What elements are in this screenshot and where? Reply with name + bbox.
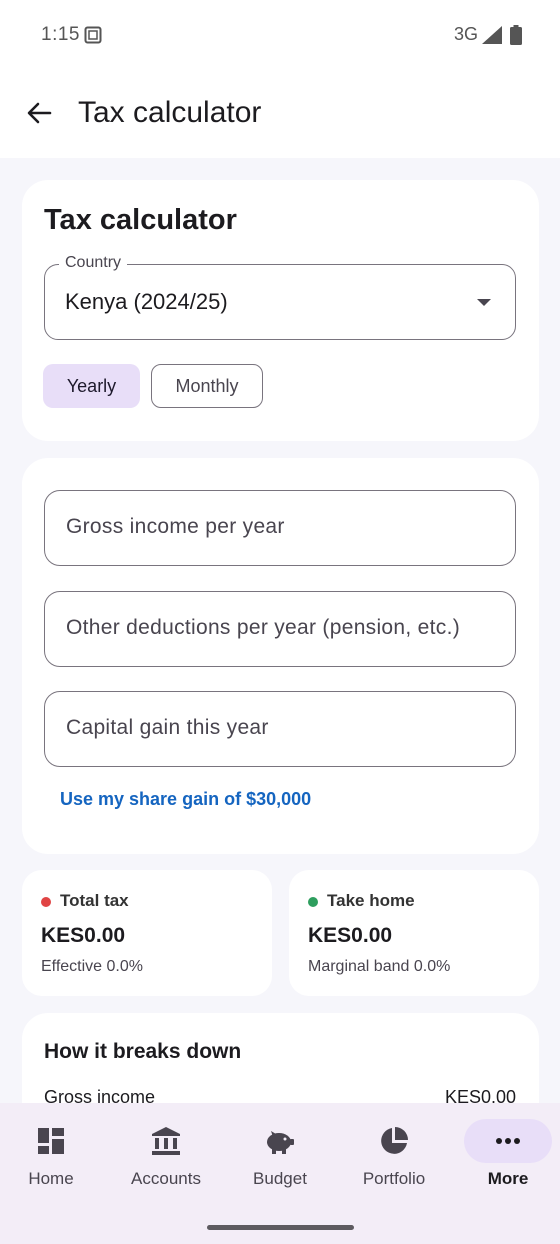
deductions-placeholder: Other deductions per year (pension, etc.… xyxy=(66,616,461,639)
take-home-dot xyxy=(308,897,318,907)
total-tax-value: KES0.00 xyxy=(41,924,126,947)
more-horizontal-icon xyxy=(486,1125,530,1157)
signal-icon xyxy=(482,26,502,44)
gross-income-input[interactable]: Gross income per year xyxy=(44,490,516,566)
app-bar: Tax calculator xyxy=(0,72,560,158)
capital-gain-placeholder: Capital gain this year xyxy=(66,716,269,739)
pie-chart-icon xyxy=(372,1125,416,1157)
calculator-card: Tax calculator Country Kenya (2024/25) Y… xyxy=(22,180,539,441)
nav-item-portfolio[interactable]: Portfolio xyxy=(338,1103,450,1203)
calculator-title: Tax calculator xyxy=(44,204,237,236)
battery-icon xyxy=(510,25,522,45)
breakdown-title: How it breaks down xyxy=(44,1040,242,1063)
deductions-input[interactable]: Other deductions per year (pension, etc.… xyxy=(44,591,516,667)
nav-label-more: More xyxy=(487,1169,529,1188)
take-home-value: KES0.00 xyxy=(308,924,393,947)
total-tax-label: Total tax xyxy=(60,891,129,910)
country-value: Kenya (2024/25) xyxy=(65,289,228,314)
arrow-back-icon xyxy=(27,102,52,124)
back-button[interactable] xyxy=(22,96,56,130)
effective-rate: Effective 0.0% xyxy=(41,958,143,975)
nav-item-budget[interactable]: Budget xyxy=(224,1103,336,1203)
take-home-label: Take home xyxy=(327,891,415,910)
marginal-band: Marginal band 0.0% xyxy=(308,958,451,975)
gesture-home-bar[interactable] xyxy=(207,1225,354,1230)
gross-income-placeholder: Gross income per year xyxy=(66,515,285,538)
page-title: Tax calculator xyxy=(78,96,262,129)
dropdown-caret-icon xyxy=(477,299,491,306)
bank-icon xyxy=(144,1125,188,1157)
nav-item-accounts[interactable]: Accounts xyxy=(110,1103,222,1203)
monthly-toggle[interactable]: Monthly xyxy=(151,364,263,408)
nav-item-home[interactable]: Home xyxy=(0,1103,107,1203)
piggy-bank-icon xyxy=(258,1125,302,1157)
nav-item-more[interactable]: More xyxy=(452,1103,560,1203)
status-bar: 1:15 3G xyxy=(0,0,560,72)
take-home-card: Take home KES0.00 Marginal band 0.0% xyxy=(289,870,539,996)
nav-label-budget: Budget xyxy=(253,1169,307,1188)
yearly-toggle[interactable]: Yearly xyxy=(43,364,140,408)
dashboard-icon xyxy=(29,1125,73,1157)
nav-label-accounts: Accounts xyxy=(131,1169,201,1188)
country-label: Country xyxy=(59,254,128,272)
network-type: 3G xyxy=(454,24,479,44)
status-time: 1:15 xyxy=(41,24,80,45)
income-inputs-card: Gross income per year Other deductions p… xyxy=(22,458,539,854)
bottom-navigation: Home Accounts Budget Portfolio More xyxy=(0,1103,560,1244)
total-tax-dot xyxy=(41,897,51,907)
nav-label-home: Home xyxy=(28,1169,74,1188)
country-select[interactable]: Country Kenya (2024/25) xyxy=(44,254,516,340)
sim-card-icon xyxy=(84,26,102,44)
total-tax-card: Total tax KES0.00 Effective 0.0% xyxy=(22,870,272,996)
capital-gain-input[interactable]: Capital gain this year xyxy=(44,691,516,767)
nav-label-portfolio: Portfolio xyxy=(362,1169,426,1188)
use-share-gain-link[interactable]: Use my share gain of $30,000 xyxy=(60,789,311,810)
